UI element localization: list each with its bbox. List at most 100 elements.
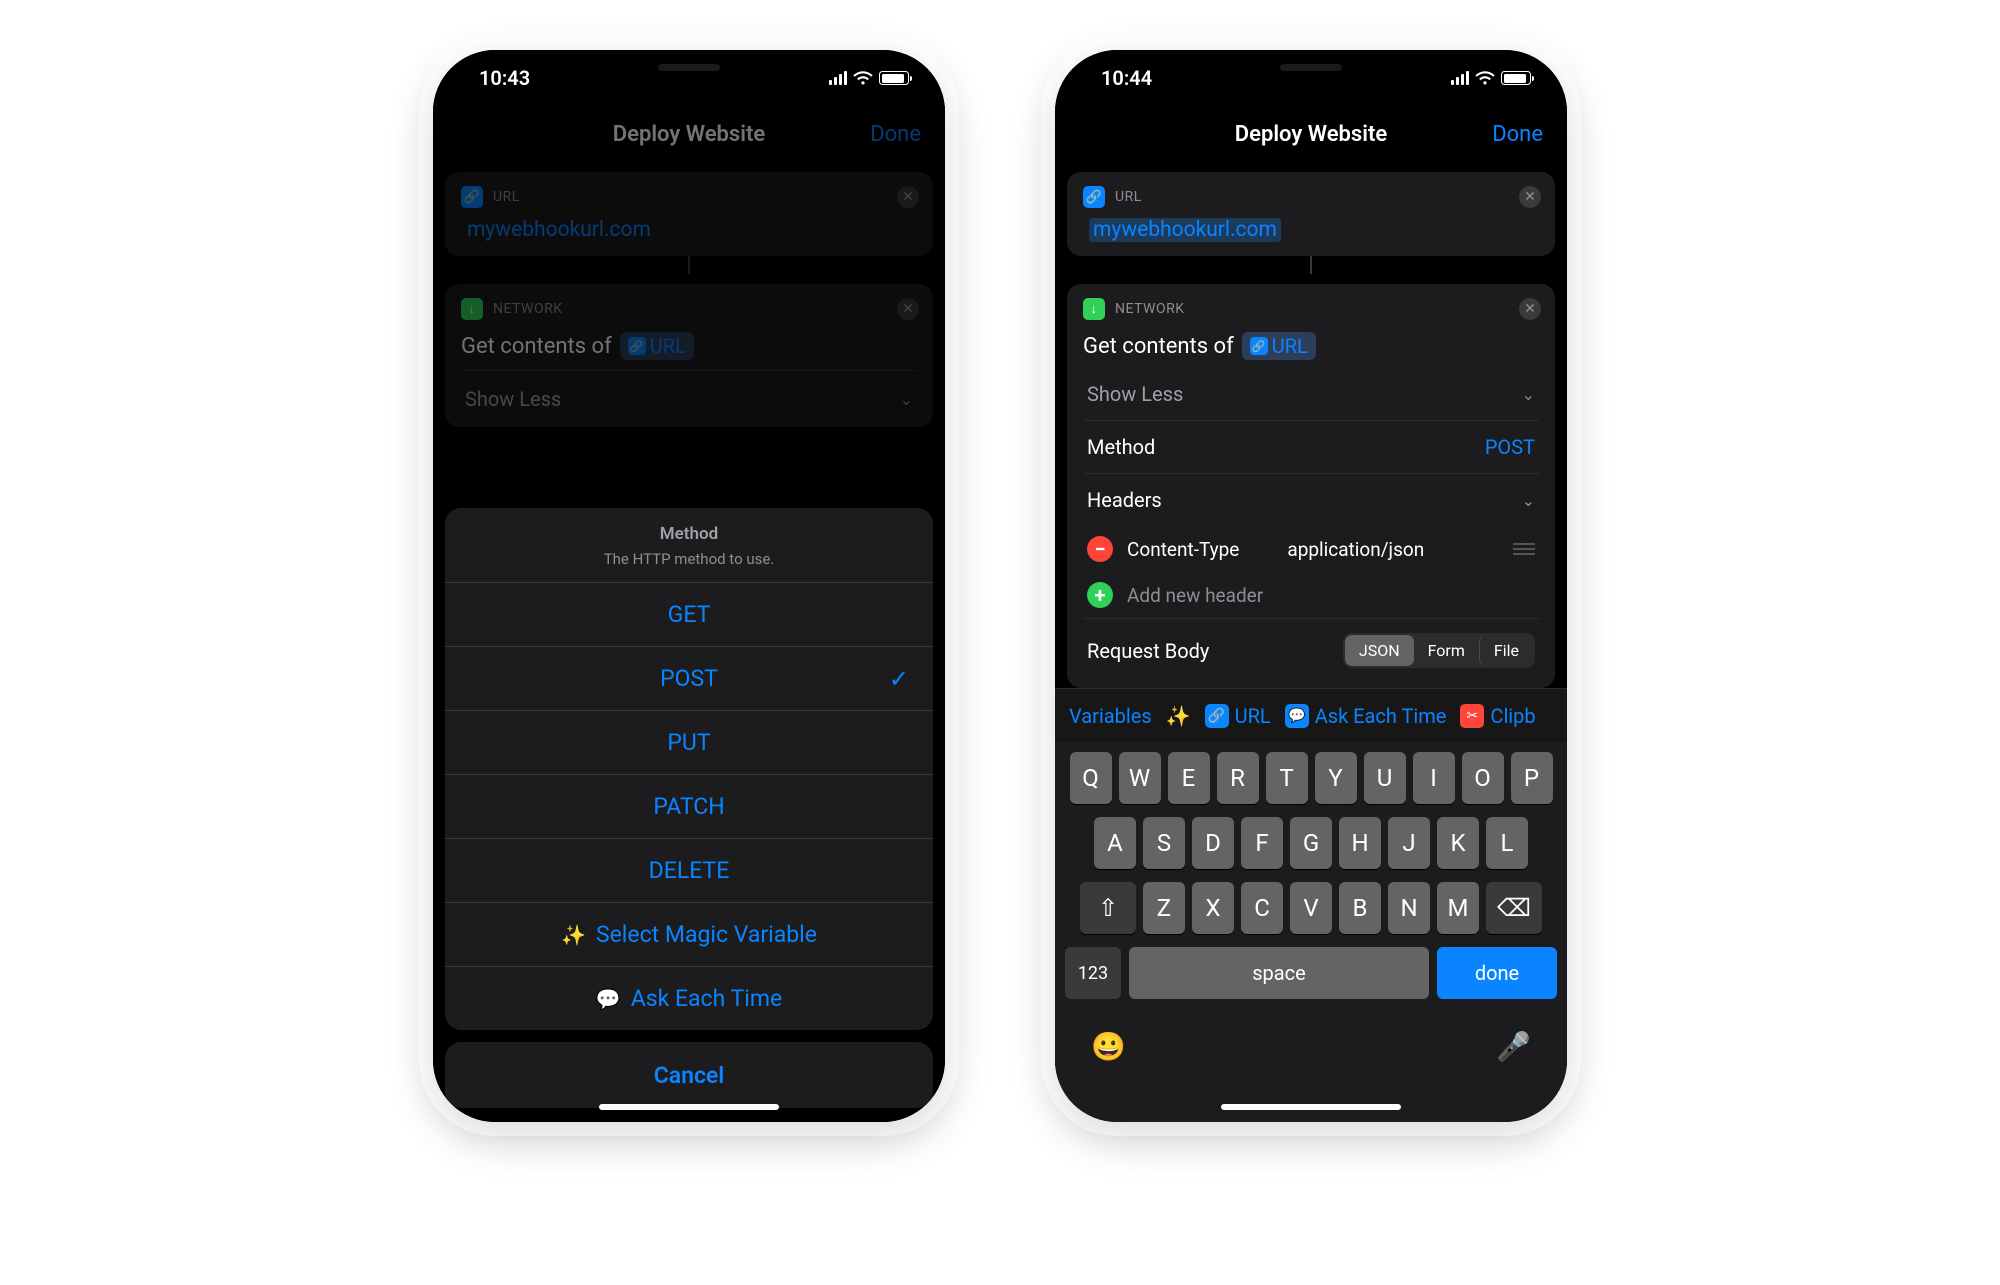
- method-option-delete[interactable]: DELETE: [445, 838, 933, 902]
- emoji-key[interactable]: 😀: [1091, 1030, 1126, 1063]
- wand-icon: ✨: [561, 923, 586, 947]
- key-o[interactable]: O: [1462, 752, 1504, 804]
- network-badge: NETWORK: [1115, 301, 1185, 317]
- ask-each-time-option[interactable]: 💬Ask Each Time: [445, 966, 933, 1030]
- wand-icon[interactable]: ✨: [1166, 704, 1191, 728]
- keyboard-done-key[interactable]: done: [1437, 947, 1557, 999]
- url-badge: URL: [1115, 189, 1142, 205]
- key-e[interactable]: E: [1168, 752, 1210, 804]
- option-label: DELETE: [649, 857, 730, 884]
- key-w[interactable]: W: [1119, 752, 1161, 804]
- segment-file[interactable]: File: [1479, 635, 1533, 666]
- keyboard-row-4: 123 space done: [1061, 947, 1561, 999]
- url-variable-pill[interactable]: 🔗URL: [1242, 332, 1316, 360]
- keyboard: QWERTYUIOP ASDFGHJKL ⇧ ZXCVBNM ⌫ 123 spa…: [1055, 742, 1567, 1122]
- key-p[interactable]: P: [1511, 752, 1553, 804]
- status-icons: [1451, 66, 1532, 90]
- action-title: Get contents of 🔗URL: [1083, 332, 1539, 360]
- remove-header-button[interactable]: −: [1087, 536, 1113, 562]
- key-l[interactable]: L: [1486, 817, 1528, 869]
- dictation-key[interactable]: 🎤: [1496, 1030, 1531, 1063]
- key-j[interactable]: J: [1388, 817, 1430, 869]
- header-value[interactable]: application/json: [1287, 538, 1424, 561]
- chevron-down-icon: ⌄: [1522, 491, 1535, 510]
- suggestion-url[interactable]: 🔗URL: [1205, 704, 1271, 728]
- method-option-post[interactable]: POST✓: [445, 646, 933, 710]
- add-header-row[interactable]: + Add new header: [1083, 572, 1539, 618]
- headers-row[interactable]: Headers ⌄: [1083, 473, 1539, 526]
- home-indicator[interactable]: [1221, 1104, 1401, 1110]
- download-icon: ↓: [1083, 298, 1105, 320]
- header-key[interactable]: Content-Type: [1127, 538, 1239, 561]
- suggestion-clipboard[interactable]: ✂Clipb: [1460, 704, 1535, 728]
- key-s[interactable]: S: [1143, 817, 1185, 869]
- keyboard-row-1: QWERTYUIOP: [1061, 752, 1561, 804]
- link-icon: 🔗: [1083, 186, 1105, 208]
- cellular-icon: [1451, 71, 1470, 85]
- key-v[interactable]: V: [1290, 882, 1332, 934]
- variables-button[interactable]: Variables: [1069, 704, 1152, 728]
- backspace-key[interactable]: ⌫: [1486, 882, 1542, 934]
- body-label: Request Body: [1087, 639, 1209, 663]
- key-a[interactable]: A: [1094, 817, 1136, 869]
- sheet-subtitle: The HTTP method to use.: [457, 550, 921, 568]
- key-z[interactable]: Z: [1143, 882, 1185, 934]
- key-d[interactable]: D: [1192, 817, 1234, 869]
- key-q[interactable]: Q: [1070, 752, 1112, 804]
- key-g[interactable]: G: [1290, 817, 1332, 869]
- method-row[interactable]: Method POST: [1083, 420, 1539, 473]
- method-option-put[interactable]: PUT: [445, 710, 933, 774]
- suggestion-ask[interactable]: 💬Ask Each Time: [1285, 704, 1447, 728]
- link-icon: 🔗: [1205, 704, 1229, 728]
- option-label: Select Magic Variable: [596, 921, 817, 948]
- segment-json[interactable]: JSON: [1345, 635, 1414, 666]
- url-var-label: URL: [1272, 334, 1308, 358]
- magic-variable-option[interactable]: ✨ Select Magic Variable: [445, 902, 933, 966]
- key-c[interactable]: C: [1241, 882, 1283, 934]
- suggestion-label: Clipb: [1490, 704, 1535, 728]
- key-x[interactable]: X: [1192, 882, 1234, 934]
- key-n[interactable]: N: [1388, 882, 1430, 934]
- header-item[interactable]: − Content-Type application/json: [1083, 526, 1539, 572]
- cancel-button[interactable]: Cancel: [445, 1042, 933, 1108]
- status-icons: [829, 66, 910, 90]
- connector: [1310, 256, 1312, 274]
- show-less-row[interactable]: Show Less ⌄: [1083, 368, 1539, 420]
- home-indicator[interactable]: [599, 1104, 779, 1110]
- sheet-options: Method The HTTP method to use. GET POST✓…: [445, 508, 933, 1030]
- method-option-patch[interactable]: PATCH: [445, 774, 933, 838]
- phone-right: 10:44 Deploy Website Done 🔗 URL ✕ mywebh…: [1055, 50, 1567, 1122]
- url-card[interactable]: 🔗 URL ✕ mywebhookurl.com: [1067, 172, 1555, 256]
- key-i[interactable]: I: [1413, 752, 1455, 804]
- add-button[interactable]: +: [1087, 582, 1113, 608]
- notch: [1181, 50, 1441, 90]
- url-value[interactable]: mywebhookurl.com: [1089, 218, 1539, 242]
- key-t[interactable]: T: [1266, 752, 1308, 804]
- key-f[interactable]: F: [1241, 817, 1283, 869]
- key-m[interactable]: M: [1437, 882, 1479, 934]
- network-card[interactable]: ↓ NETWORK ✕ Get contents of 🔗URL Show Le…: [1067, 284, 1555, 688]
- drag-handle-icon[interactable]: [1513, 543, 1535, 555]
- done-button[interactable]: Done: [1492, 122, 1543, 147]
- close-icon[interactable]: ✕: [1519, 298, 1541, 320]
- numbers-key[interactable]: 123: [1065, 947, 1121, 999]
- key-u[interactable]: U: [1364, 752, 1406, 804]
- segment-form[interactable]: Form: [1414, 635, 1479, 666]
- show-less-label: Show Less: [1087, 382, 1183, 406]
- key-y[interactable]: Y: [1315, 752, 1357, 804]
- wifi-icon: [1475, 66, 1495, 90]
- method-option-get[interactable]: GET: [445, 582, 933, 646]
- body-type-segmented[interactable]: JSON Form File: [1343, 633, 1535, 668]
- cellular-icon: [829, 71, 848, 85]
- key-r[interactable]: R: [1217, 752, 1259, 804]
- key-b[interactable]: B: [1339, 882, 1381, 934]
- notch: [559, 50, 819, 90]
- status-time: 10:43: [479, 66, 530, 90]
- key-h[interactable]: H: [1339, 817, 1381, 869]
- close-icon[interactable]: ✕: [1519, 186, 1541, 208]
- space-key[interactable]: space: [1129, 947, 1429, 999]
- clipboard-icon: ✂: [1460, 704, 1484, 728]
- key-k[interactable]: K: [1437, 817, 1479, 869]
- add-header-label: Add new header: [1127, 584, 1263, 607]
- shift-key[interactable]: ⇧: [1080, 882, 1136, 934]
